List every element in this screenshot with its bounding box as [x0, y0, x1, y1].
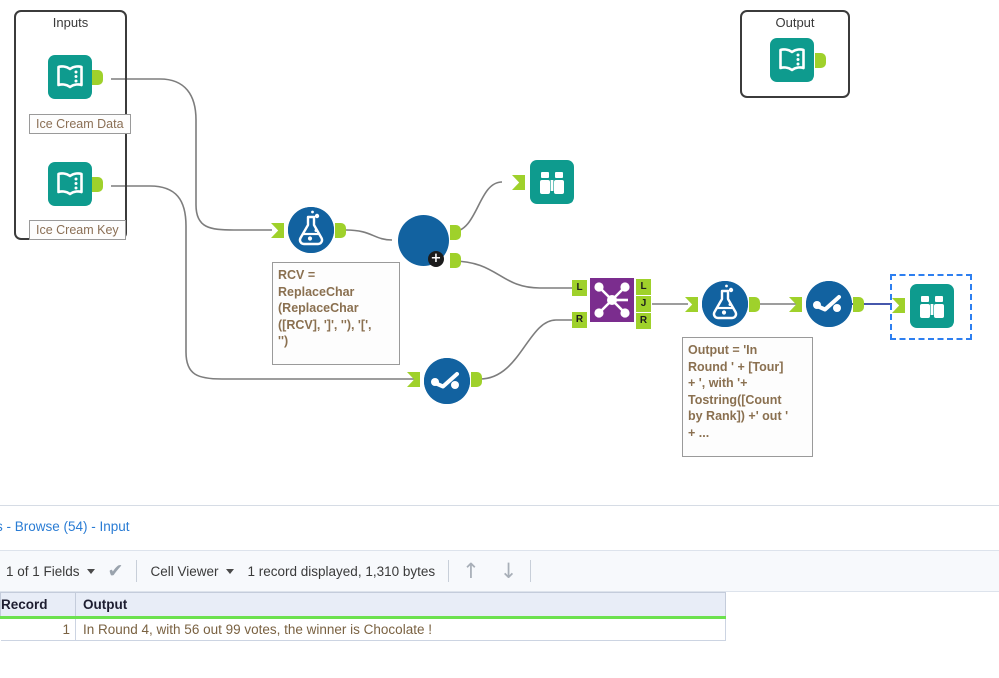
book-input-icon [48, 55, 92, 99]
toolbar-divider [448, 560, 450, 582]
plus-badge-icon: + [428, 251, 444, 267]
tool-union[interactable]: + [398, 215, 461, 268]
output-anchor[interactable] [815, 53, 826, 68]
fields-selector-label: 1 of 1 Fields [6, 563, 80, 579]
binoculars-browse-icon [910, 284, 954, 328]
output-anchor[interactable] [335, 223, 346, 238]
record-status: 1 record displayed, 1,310 bytes [247, 563, 436, 579]
tool-label-ice-cream-data: Ice Cream Data [29, 114, 131, 134]
arrow-up-icon[interactable]: ↑ [462, 560, 480, 582]
workflow-canvas[interactable]: Inputs Ice Cream Data Ice Cream Key Outp… [0, 0, 999, 505]
join-output-anchor-right[interactable]: R [636, 313, 651, 329]
fields-selector[interactable]: 1 of 1 Fields [6, 564, 95, 579]
view-selector-label: Cell Viewer [150, 563, 219, 579]
tool-output-book[interactable] [770, 38, 826, 82]
output-anchor[interactable] [749, 297, 760, 312]
input-anchor[interactable] [512, 175, 525, 190]
book-input-icon [770, 38, 814, 82]
join-input-anchor-right[interactable]: R [572, 312, 587, 328]
column-header-output[interactable]: Output [75, 592, 726, 619]
check-icon[interactable]: ✔ [108, 560, 124, 582]
output-anchor[interactable] [471, 372, 482, 387]
view-selector[interactable]: Cell Viewer [150, 563, 234, 579]
output-anchor-top[interactable] [450, 225, 461, 240]
results-grid[interactable]: Record Output 1 In Round 4, with 56 out … [0, 592, 726, 641]
toolbar-divider [136, 560, 138, 582]
tool-label-ice-cream-key: Ice Cream Key [29, 220, 126, 240]
input-anchor[interactable] [271, 223, 284, 238]
annotation-note-output: Output = 'In Round ' + [Tour] + ', with … [682, 337, 813, 457]
inputs-container-title: Inputs [52, 15, 89, 30]
cell-record-number: 1 [0, 617, 76, 641]
join-output-anchor-join[interactable]: J [636, 296, 651, 312]
output-anchor[interactable] [92, 177, 103, 192]
annotation-note-rcv: RCV = ReplaceChar (ReplaceChar ([RCV], '… [272, 262, 400, 365]
chevron-down-icon [225, 568, 234, 574]
tool-browse-selected[interactable] [892, 284, 954, 328]
column-header-record[interactable]: Record [0, 592, 76, 619]
input-anchor[interactable] [789, 297, 802, 312]
tool-browse-top[interactable] [512, 160, 574, 204]
table-header-row: Record Output [0, 592, 726, 619]
tool-input-ice-cream-data[interactable] [48, 55, 103, 99]
tool-join[interactable]: L R L J R [572, 278, 651, 329]
join-input-anchor-left[interactable]: L [572, 280, 587, 296]
results-toolbar[interactable]: 1 of 1 Fields ✔ Cell Viewer 1 record dis… [0, 550, 999, 592]
results-panel: s - Browse (54) - Input 1 of 1 Fields ✔ … [0, 505, 999, 678]
flask-formula-icon [288, 207, 334, 253]
tool-sort-final[interactable] [789, 281, 864, 327]
input-anchor[interactable] [407, 372, 420, 387]
flask-formula-icon [702, 281, 748, 327]
tool-sort-lower[interactable] [407, 358, 482, 404]
toolbar-divider [530, 560, 532, 582]
join-icon [590, 278, 634, 322]
sort-icon [424, 358, 470, 404]
tool-formula-rcv[interactable] [271, 207, 346, 253]
output-anchor[interactable] [853, 297, 864, 312]
output-anchor[interactable] [92, 70, 103, 85]
table-row[interactable]: 1 In Round 4, with 56 out 99 votes, the … [0, 617, 726, 641]
output-anchor-bottom[interactable] [450, 253, 461, 268]
cell-output-value: In Round 4, with 56 out 99 votes, the wi… [75, 617, 726, 641]
results-table: Record Output 1 In Round 4, with 56 out … [0, 592, 726, 641]
chevron-down-icon [86, 568, 95, 574]
output-container-title: Output [775, 15, 815, 30]
binoculars-browse-icon [530, 160, 574, 204]
sort-icon [806, 281, 852, 327]
join-output-anchor-left[interactable]: L [636, 279, 651, 295]
book-input-icon [48, 162, 92, 206]
tool-formula-output[interactable] [685, 281, 760, 327]
tool-input-ice-cream-key[interactable] [48, 162, 103, 206]
arrow-down-icon[interactable]: ↓ [500, 560, 518, 582]
input-anchor[interactable] [685, 297, 698, 312]
results-title: s - Browse (54) - Input [0, 519, 130, 534]
